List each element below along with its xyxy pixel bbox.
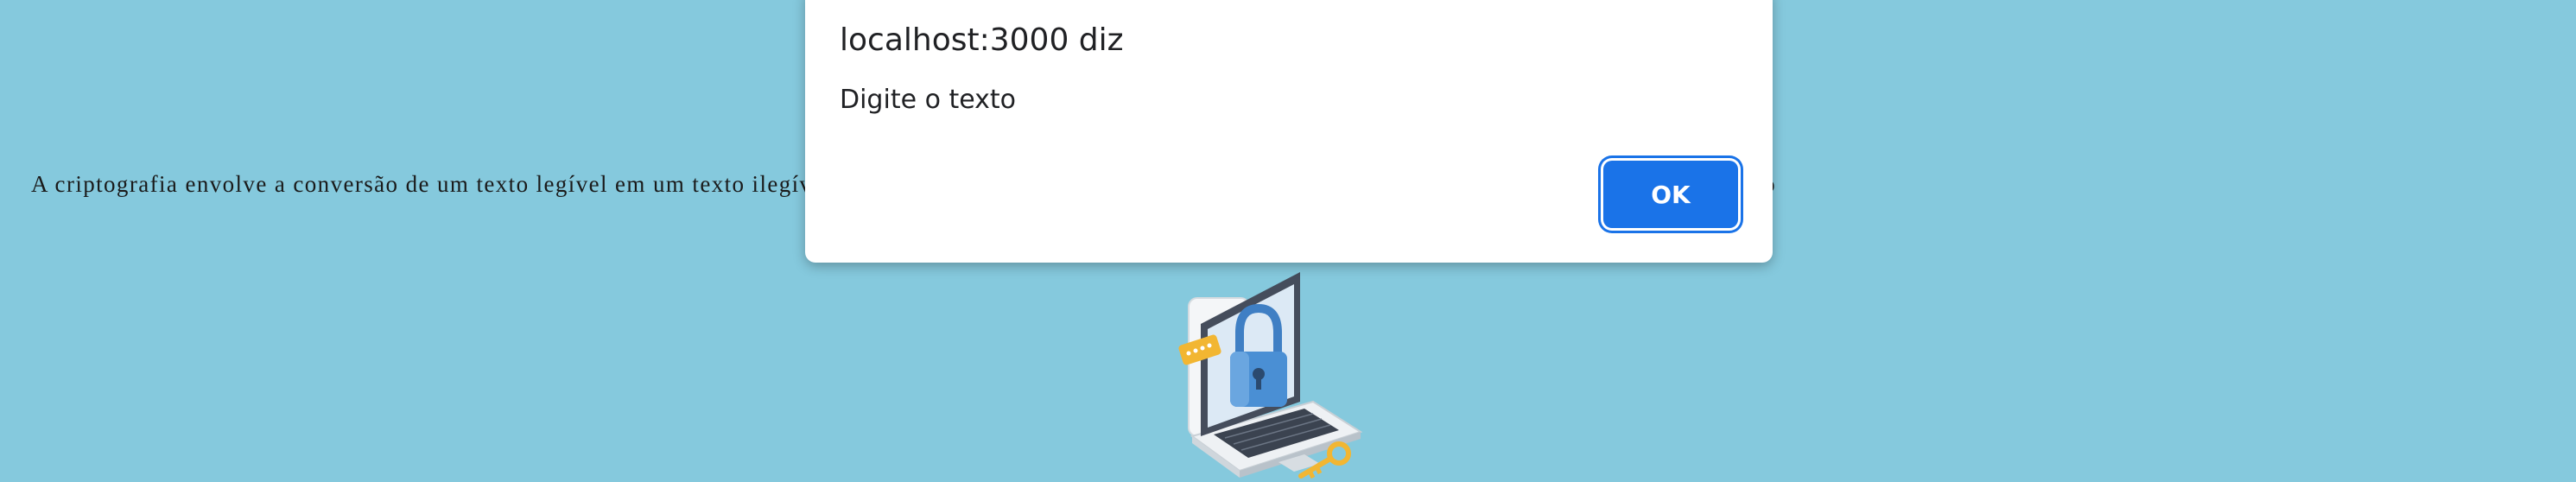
ok-button[interactable]: OK [1603, 161, 1738, 228]
page: A criptografia envolve a conversão de um… [0, 0, 2576, 482]
dialog-message: Digite o texto [840, 85, 1017, 115]
laptop-padlock-illustration [1175, 272, 1374, 482]
alert-dialog: localhost:3000 diz Digite o texto OK [805, 0, 1773, 263]
laptop-padlock-icon [1178, 272, 1363, 479]
dialog-title: localhost:3000 diz [840, 22, 1124, 58]
